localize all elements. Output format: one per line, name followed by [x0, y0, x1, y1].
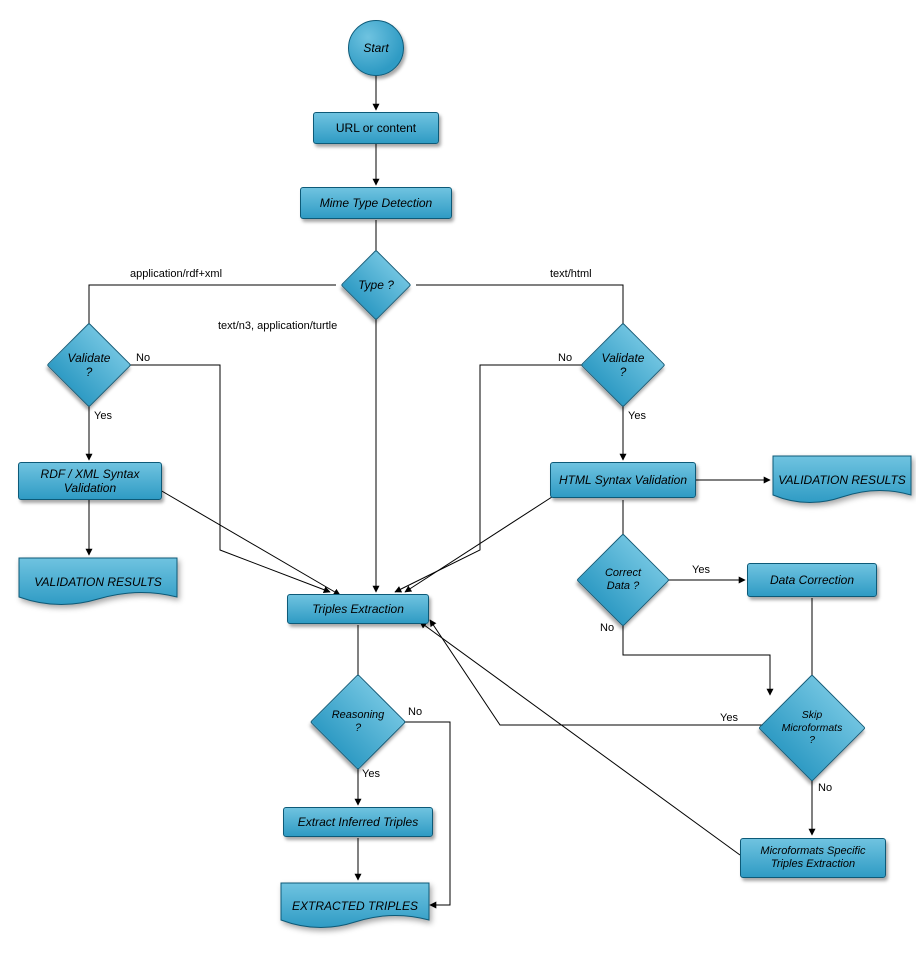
node-inferred: Extract Inferred Triples — [283, 807, 433, 837]
edge-valR-yes: Yes — [628, 410, 646, 422]
data-correction-label: Data Correction — [770, 573, 854, 587]
edge-text-html: text/html — [550, 268, 592, 280]
start-label: Start — [363, 41, 388, 55]
node-url-content: URL or content — [313, 112, 439, 144]
skip-microformats-label: Skip Microformats ? — [778, 709, 846, 747]
edge-skip-yes: Yes — [720, 712, 738, 724]
mf-extraction-label: Microformats Specific Triples Extraction — [745, 845, 881, 871]
flowchart-canvas: Start URL or content Mime Type Detection… — [0, 0, 916, 959]
edge-text-n3: text/n3, application/turtle — [218, 320, 337, 332]
doc-validation-results-1: VALIDATION RESULTS — [18, 557, 178, 607]
edge-valL-yes: Yes — [94, 410, 112, 422]
decision-reasoning: Reasoning ? — [324, 688, 392, 756]
edge-correct-no: No — [600, 622, 614, 634]
type-label: Type ? — [358, 278, 394, 292]
doc-validation-results-2: VALIDATION RESULTS — [772, 455, 912, 505]
edge-valL-no: No — [136, 352, 150, 364]
decision-skip-microformats: Skip Microformats ? — [774, 690, 850, 766]
doc-extracted: EXTRACTED TRIPLES — [280, 882, 430, 930]
node-data-correction: Data Correction — [747, 563, 877, 597]
node-mime-detect: Mime Type Detection — [300, 187, 452, 219]
validate-left-label: Validate ? — [63, 351, 115, 380]
decision-validate-right: Validate ? — [593, 335, 653, 395]
decision-validate-left: Validate ? — [59, 335, 119, 395]
edge-app-rdf-xml: application/rdf+xml — [130, 268, 222, 280]
node-html-validation: HTML Syntax Validation — [550, 462, 696, 498]
rdf-xml-validation-label: RDF / XML Syntax Validation — [23, 467, 157, 496]
edge-correct-yes: Yes — [692, 564, 710, 576]
mime-detect-label: Mime Type Detection — [320, 196, 432, 210]
node-mf-extraction: Microformats Specific Triples Extraction — [740, 838, 886, 878]
node-rdf-xml-validation: RDF / XML Syntax Validation — [18, 462, 162, 500]
edge-skip-no: No — [818, 782, 832, 794]
correct-data-label: Correct Data ? — [594, 567, 652, 593]
validation-results-1-label: VALIDATION RESULTS — [34, 575, 162, 589]
triples-extraction-label: Triples Extraction — [312, 602, 404, 616]
node-triples-extraction: Triples Extraction — [287, 594, 429, 624]
reasoning-label: Reasoning ? — [328, 709, 388, 735]
decision-correct-data: Correct Data ? — [590, 547, 656, 613]
inferred-label: Extract Inferred Triples — [298, 815, 418, 829]
decision-type: Type ? — [351, 260, 401, 310]
edge-valR-no: No — [558, 352, 572, 364]
start: Start — [348, 20, 404, 76]
html-validation-label: HTML Syntax Validation — [559, 473, 687, 487]
url-content-label: URL or content — [336, 121, 416, 135]
validate-right-label: Validate ? — [597, 351, 649, 380]
edge-reason-yes: Yes — [362, 768, 380, 780]
validation-results-2-label: VALIDATION RESULTS — [778, 473, 906, 487]
extracted-label: EXTRACTED TRIPLES — [292, 899, 418, 913]
edge-reason-no: No — [408, 706, 422, 718]
